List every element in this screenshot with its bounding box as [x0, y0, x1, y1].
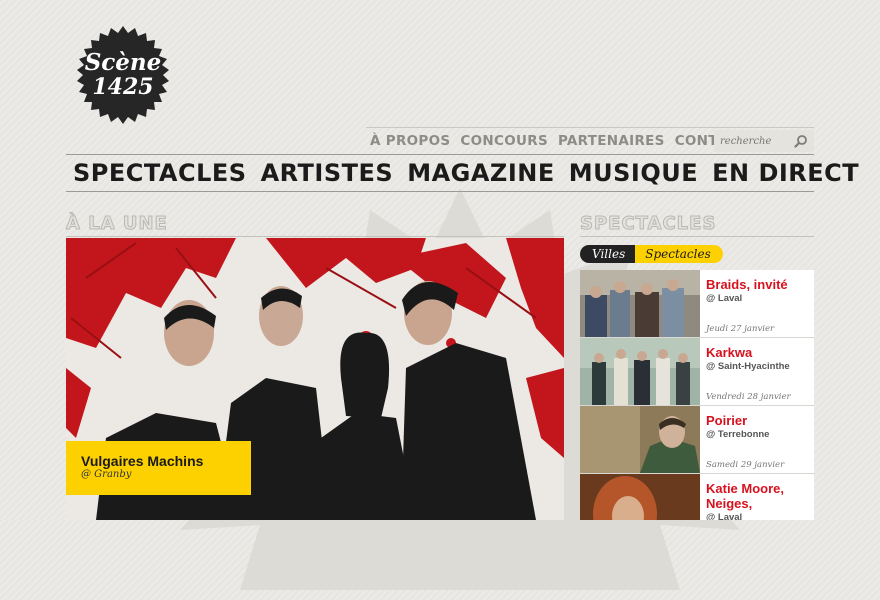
main-nav: SPECTACLES ARTISTES MAGAZINE MUSIQUE EN …: [66, 156, 859, 190]
main-nav-rule-top: [66, 154, 814, 155]
event-thumbnail: [580, 474, 700, 520]
tab-spectacles[interactable]: Spectacles: [635, 245, 723, 263]
event-city: @ Laval: [706, 512, 743, 520]
search-box: [714, 130, 814, 152]
event-list: Braids, invité @ Laval Jeudi 27 janvier …: [580, 270, 814, 520]
event-city: @ Laval: [706, 293, 743, 304]
event-item[interactable]: Karkwa @ Saint-Hyacinthe Vendredi 28 jan…: [580, 338, 814, 406]
event-thumbnail: [580, 270, 700, 337]
event-item[interactable]: Poirier @ Terrebonne Samedi 29 janvier: [580, 406, 814, 474]
featured-caption[interactable]: Vulgaires Machins @ Granby: [66, 441, 251, 495]
logo-text-line2: 1425: [92, 74, 154, 100]
top-nav-partenaires[interactable]: PARTENAIRES: [558, 133, 665, 149]
main-nav-spectacles[interactable]: SPECTACLES: [66, 159, 254, 187]
event-item[interactable]: Braids, invité @ Laval Jeudi 27 janvier: [580, 270, 814, 338]
event-date: Vendredi 28 janvier: [706, 392, 791, 402]
main-nav-magazine[interactable]: MAGAZINE: [400, 159, 562, 187]
event-city: @ Saint-Hyacinthe: [706, 361, 790, 372]
site-logo[interactable]: Scène 1425: [68, 24, 178, 132]
tab-villes[interactable]: Villes: [580, 245, 636, 263]
featured-section-rule: [66, 236, 564, 237]
event-name: Katie Moore, Neiges,: [706, 481, 785, 511]
event-name: Karkwa: [706, 345, 753, 360]
search-input[interactable]: [720, 135, 794, 147]
sidebar-section-rule: [580, 236, 814, 237]
main-nav-en-direct[interactable]: EN DIRECT: [705, 159, 866, 187]
event-city: @ Terrebonne: [706, 429, 770, 440]
top-nav-rule: [366, 127, 814, 128]
event-name: Braids, invité: [706, 277, 788, 292]
top-nav-a-propos[interactable]: À PROPOS: [370, 133, 450, 149]
main-nav-artistes[interactable]: ARTISTES: [254, 159, 401, 187]
logo-text-line1: Scène: [84, 49, 162, 76]
featured-section-title: À LA UNE: [66, 213, 168, 235]
featured-venue: @ Granby: [81, 469, 132, 480]
logo-text: Scène 1425: [68, 49, 178, 100]
sidebar-tabs: Villes Spectacles: [580, 245, 723, 263]
top-nav-concours[interactable]: CONCOURS: [460, 133, 548, 149]
event-thumbnail: [580, 338, 700, 405]
main-nav-rule-bottom: [66, 191, 814, 192]
event-date: Jeudi 27 janvier: [706, 324, 775, 334]
event-thumbnail: [580, 406, 700, 473]
search-icon[interactable]: [794, 134, 808, 148]
main-nav-musique[interactable]: MUSIQUE: [562, 159, 705, 187]
event-name: Poirier: [706, 413, 748, 428]
featured-title: Vulgaires Machins: [81, 453, 204, 469]
sidebar-section-title: SPECTACLES: [579, 213, 717, 235]
event-date: Samedi 29 janvier: [706, 460, 785, 470]
top-nav: À PROPOS CONCOURS PARTENAIRES CONTACT: [370, 130, 747, 152]
event-item[interactable]: Katie Moore, Neiges, @ Laval: [580, 474, 814, 520]
